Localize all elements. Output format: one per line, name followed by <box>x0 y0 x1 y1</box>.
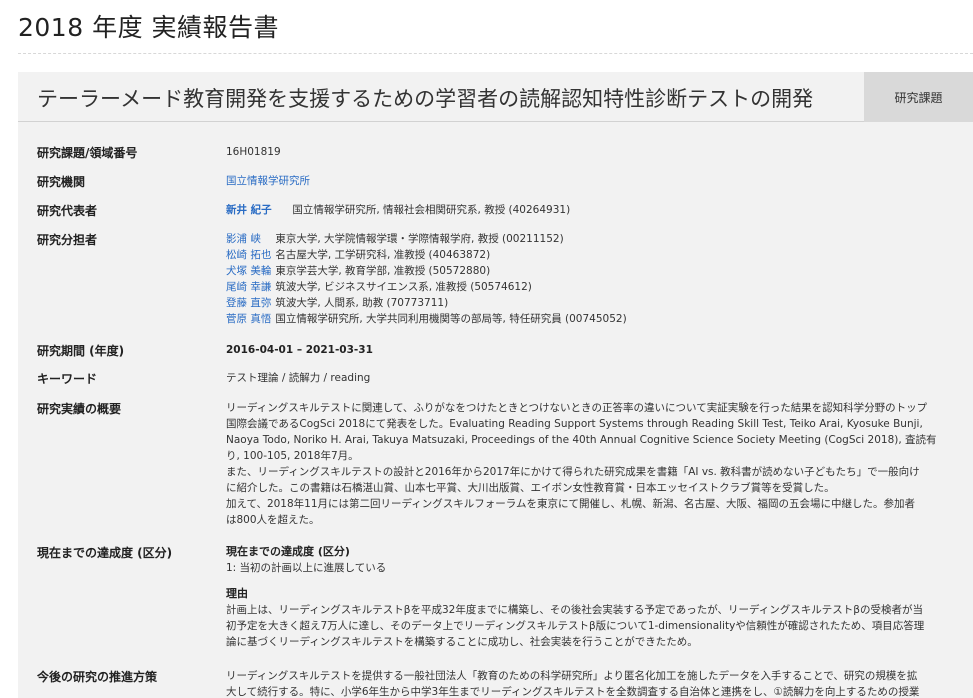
co-investigator-name-link[interactable]: 犬塚 美輪 <box>226 263 272 279</box>
progress-reason-line: 論に基づくリーディングスキルテストを構築することに成功し、社会実装を行うことがで… <box>226 636 698 648</box>
co-investigator-name-link[interactable]: 登藤 直弥 <box>226 295 272 311</box>
progress-reason-line: 初予定を大きく超え7万人に達し、そのデータ上でリーディングスキルテストβ版につい… <box>226 620 925 632</box>
summary-line: Naoya Todo, Noriko H. Arai, Takuya Matsu… <box>226 434 937 446</box>
title-divider <box>18 53 973 54</box>
co-investigator-item: 尾崎 幸謙 筑波大学, ビジネスサイエンス系, 准教授 (50574612) <box>226 279 959 295</box>
summary-line: 国際会議であるCogSci 2018にて発表をした。Evaluating Rea… <box>226 418 923 430</box>
co-investigator-list: 影浦 峡 東京大学, 大学院情報学環・学際情報学府, 教授 (00211152)… <box>226 231 959 327</box>
report-header: テーラーメード教育開発を支援するための学習者の読解認知特性診断テストの開発 研究… <box>18 72 973 122</box>
co-investigator-affiliation: 東京学芸大学, 教育学部, 准教授 (50572880) <box>275 265 491 277</box>
summary-line: また、リーディングスキルテストの設計と2016年から2017年にかけて得られた研… <box>226 466 920 478</box>
co-investigator-affiliation: 東京大学, 大学院情報学環・学際情報学府, 教授 (00211152) <box>275 233 564 245</box>
summary-text: リーディングスキルテストに関連して、ふりがなをつけたときとつけないときの正答率の… <box>226 400 959 528</box>
summary-line: に紹介した。この書籍は石橋湛山賞、山本七平賞、大川出版賞、エイボン女性教育賞・日… <box>226 482 835 494</box>
progress-content: 現在までの達成度 (区分) 1: 当初の計画以上に進展している 理由 計画上は、… <box>226 544 959 650</box>
co-investigator-item: 登藤 直弥 筑波大学, 人間系, 助教 (70773711) <box>226 295 959 311</box>
co-investigator-name-link[interactable]: 影浦 峡 <box>226 231 272 247</box>
keywords-value: テスト理論 / 読解力 / reading <box>226 372 371 384</box>
co-investigator-affiliation: 名古屋大学, 工学研究科, 准教授 (40463872) <box>275 249 491 261</box>
summary-line: り, 100-105, 2018年7月。 <box>226 450 359 462</box>
co-investigator-affiliation: 筑波大学, 人間系, 助教 (70773711) <box>275 297 449 309</box>
summary-line: リーディングスキルテストに関連して、ふりがなをつけたときとつけないときの正答率の… <box>226 402 928 414</box>
co-investigator-item: 影浦 峡 東京大学, 大学院情報学環・学際情報学府, 教授 (00211152) <box>226 231 959 247</box>
future-text: リーディングスキルテストを提供する一般社団法人「教育のための科学研究所」より匿名… <box>226 668 959 698</box>
project-number-label: 研究課題/領域番号 <box>37 146 138 160</box>
project-number-value: 16H01819 <box>226 146 281 158</box>
period-label: 研究期間 (年度) <box>37 344 125 358</box>
summary-label: 研究実績の概要 <box>37 402 122 416</box>
principal-name-link[interactable]: 新井 紀子 <box>226 204 272 216</box>
co-investigator-name-link[interactable]: 菅原 真悟 <box>226 311 272 327</box>
summary-line: は800人を超えた。 <box>226 514 320 526</box>
co-investigator-affiliation: 筑波大学, ビジネスサイエンス系, 准教授 (50574612) <box>275 281 532 293</box>
progress-reason-line: 計画上は、リーディングスキルテストβを平成32年度までに構築し、その後社会実装す… <box>226 604 923 616</box>
progress-subheading: 現在までの達成度 (区分) <box>226 545 350 558</box>
co-investigator-item: 松崎 拓也 名古屋大学, 工学研究科, 准教授 (40463872) <box>226 247 959 263</box>
progress-reason-heading: 理由 <box>226 587 248 600</box>
progress-value: 1: 当初の計画以上に進展している <box>226 562 387 574</box>
co-investigator-affiliation: 国立情報学研究所, 大学共同利用機関等の部局等, 特任研究員 (00745052… <box>275 313 627 325</box>
co-investigator-item: 菅原 真悟 国立情報学研究所, 大学共同利用機関等の部局等, 特任研究員 (00… <box>226 311 959 327</box>
type-badge: 研究課題 <box>864 72 973 122</box>
principal-label: 研究代表者 <box>37 204 98 218</box>
future-label: 今後の研究の推進方策 <box>37 670 158 684</box>
keywords-label: キーワード <box>37 372 98 386</box>
progress-label: 現在までの達成度 (区分) <box>37 546 173 560</box>
institution-label: 研究機関 <box>37 175 86 189</box>
future-line: リーディングスキルテストを提供する一般社団法人「教育のための科学研究所」より匿名… <box>226 670 918 682</box>
institution-link[interactable]: 国立情報学研究所 <box>226 175 310 187</box>
report-card: テーラーメード教育開発を支援するための学習者の読解認知特性診断テストの開発 研究… <box>18 72 973 698</box>
future-line: 大して続行する。特に、小学6年生から中学3年生までリーディングスキルテストを全数… <box>226 686 920 698</box>
co-investigator-item: 犬塚 美輪 東京学芸大学, 教育学部, 准教授 (50572880) <box>226 263 959 279</box>
principal-affiliation: 国立情報学研究所, 情報社会相関研究系, 教授 (40264931) <box>292 204 571 216</box>
project-title: テーラーメード教育開発を支援するための学習者の読解認知特性診断テストの開発 <box>37 87 814 111</box>
page-title: 2018 年度 実績報告書 <box>18 13 280 42</box>
co-investigators-label: 研究分担者 <box>37 233 98 247</box>
summary-line: 加えて、2018年11月には第二回リーディングスキルフォーラムを東京にて開催し、… <box>226 498 915 510</box>
co-investigator-name-link[interactable]: 松崎 拓也 <box>226 247 272 263</box>
co-investigator-name-link[interactable]: 尾崎 幸謙 <box>226 279 272 295</box>
period-value: 2016-04-01 – 2021-03-31 <box>226 344 373 356</box>
